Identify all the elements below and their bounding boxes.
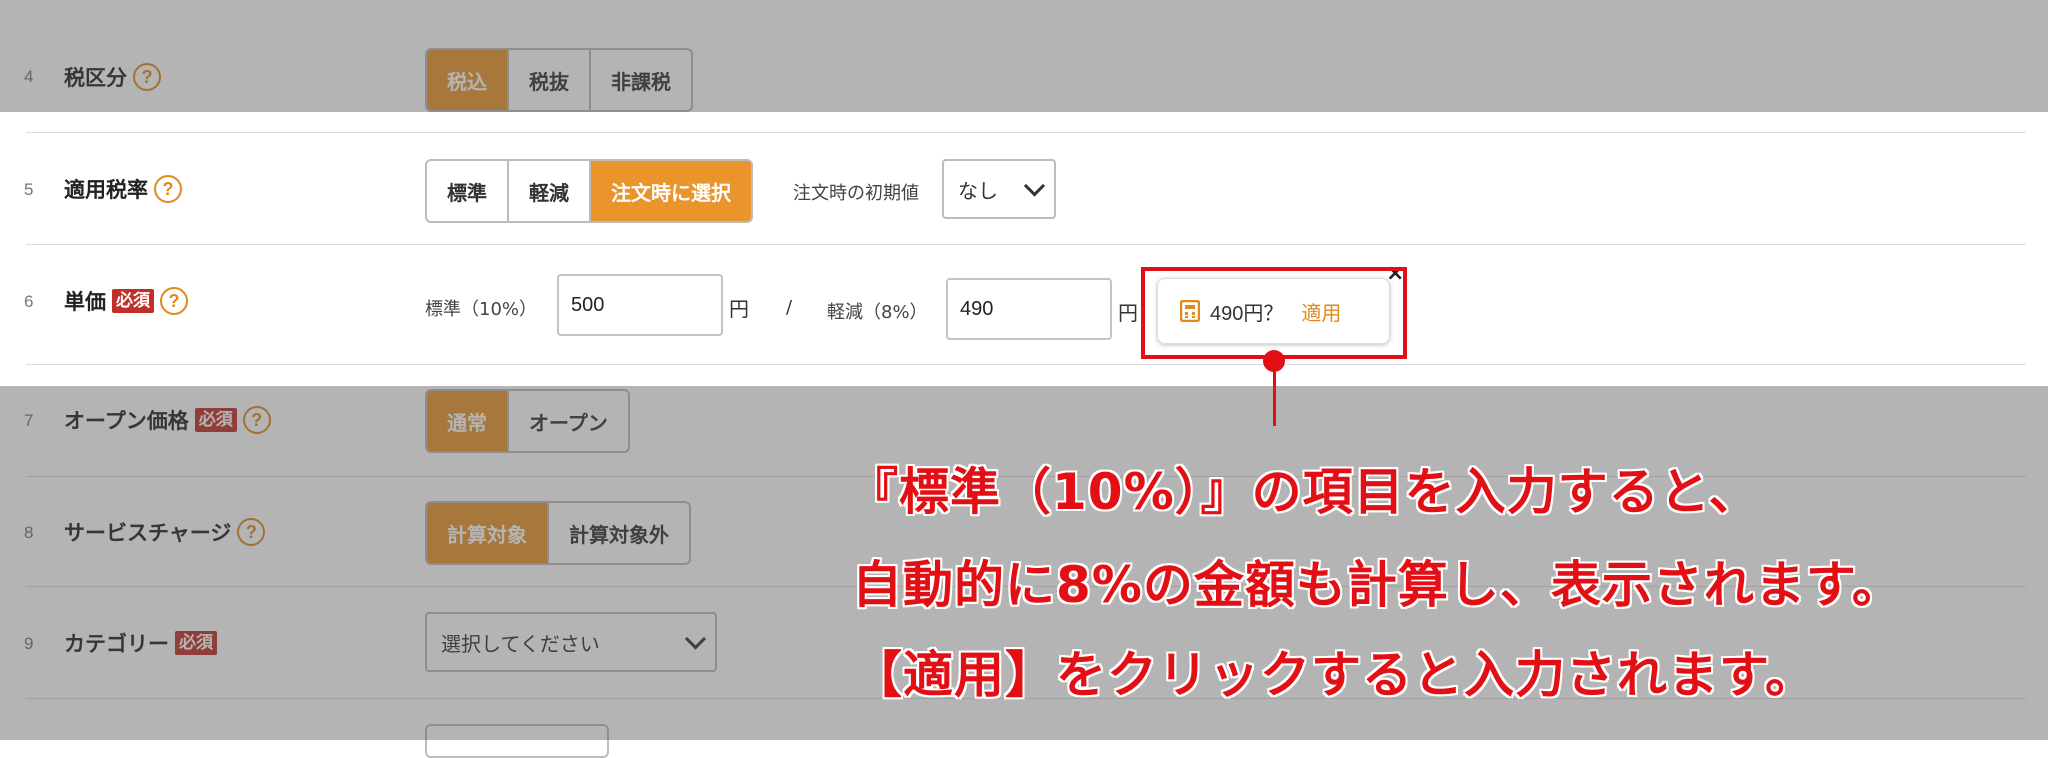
currency-unit: 円 bbox=[1118, 301, 1138, 325]
currency-unit: 円 bbox=[729, 297, 749, 321]
field-label: 適用税率 ? bbox=[64, 174, 182, 204]
initial-value-select[interactable]: なし bbox=[942, 159, 1056, 219]
option-standard[interactable]: 標準 bbox=[427, 161, 509, 221]
row-tax-rate: 5 適用税率 ? 標準 軽減 注文時に選択 注文時の初期値 なし bbox=[0, 133, 2048, 245]
help-icon[interactable]: ? bbox=[154, 175, 182, 203]
standard-rate-label: 標準（10%） bbox=[425, 299, 538, 320]
highlight-box bbox=[1141, 267, 1407, 359]
annotation-line-3: 【適用】をクリックすると入力されます。 bbox=[852, 646, 1816, 704]
select-value: なし bbox=[958, 178, 998, 203]
tax-rate-toggle: 標準 軽減 注文時に選択 bbox=[425, 159, 753, 223]
required-badge: 必須 bbox=[112, 289, 154, 313]
standard-price-input[interactable]: 500 bbox=[557, 274, 723, 336]
reduced-price-input[interactable]: 490 bbox=[946, 278, 1112, 340]
chevron-down-icon bbox=[1023, 175, 1046, 197]
field-label: 単価 必須 ? bbox=[64, 286, 188, 316]
callout-line bbox=[1273, 362, 1276, 426]
reduced-rate-label: 軽減（8%） bbox=[827, 302, 928, 323]
separator: / bbox=[786, 297, 793, 318]
row-number: 6 bbox=[24, 292, 34, 311]
annotation-line-2: 自動的に8%の金額も計算し、表示されます。 bbox=[852, 556, 1903, 614]
help-icon[interactable]: ? bbox=[160, 287, 188, 315]
option-reduced[interactable]: 軽減 bbox=[509, 161, 591, 221]
field-label-text: 適用税率 bbox=[64, 178, 148, 202]
initial-value-label: 注文時の初期値 bbox=[793, 183, 919, 204]
field-label-text: 単価 bbox=[64, 290, 106, 314]
dim-overlay-top bbox=[0, 0, 2048, 112]
option-select-at-order[interactable]: 注文時に選択 bbox=[591, 161, 751, 221]
annotation-line-1: 『標準（10%）』の項目を入力すると、 bbox=[848, 463, 1760, 521]
row-unit-price: 6 単価 必須 ? 標準（10%） 500 円 / 軽減（8%） 490 円 bbox=[0, 245, 2048, 357]
row-number: 5 bbox=[24, 180, 34, 199]
